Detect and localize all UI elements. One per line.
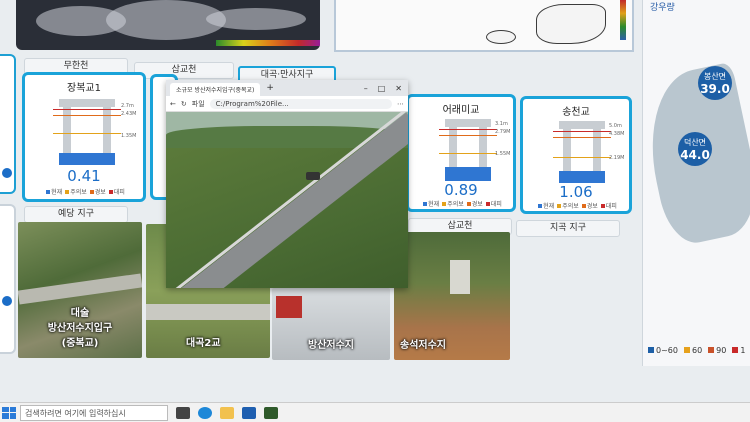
water-level-gauge: [53, 99, 121, 165]
rainfall-marker-bongsan[interactable]: 봉산면 39.0: [698, 66, 732, 100]
store-icon[interactable]: [242, 406, 256, 419]
app-icon[interactable]: [264, 406, 278, 419]
left-edge-card[interactable]: [0, 54, 16, 194]
tab-sapgyocheon[interactable]: 삽교천: [134, 62, 234, 79]
rainfall-name: 봉산면: [703, 72, 727, 81]
windows-taskbar: 검색하려면 여기에 입력하십시: [0, 402, 750, 422]
taskbar-search-input[interactable]: 검색하려면 여기에 입력하십시: [20, 404, 168, 421]
gauge-value: 0.41: [67, 167, 101, 185]
level-tick: 1.55M: [495, 151, 511, 157]
gauge-card-eoraemigyo[interactable]: 어래미교 3.1m 2.79M 1.55M 0.89 현재 주의보 경보 대피: [406, 94, 516, 212]
tab-yedang[interactable]: 예당 지구: [24, 206, 128, 223]
edge-icon[interactable]: [198, 406, 212, 419]
cctv-live-view: [166, 112, 408, 288]
gauge-card-songcheongyo[interactable]: 송천교 5.0m 4.38M 2.19M 1.06 현재 주의보 경보 대피: [520, 96, 632, 214]
play-icon[interactable]: [2, 296, 12, 306]
rainfall-marker-deoksan[interactable]: 덕산면 44.0: [678, 132, 712, 166]
url-field[interactable]: C:/Program%20File...: [209, 98, 392, 109]
browser-titlebar: 소규모 방산저수지입구(중복교) + – □ ✕: [166, 80, 408, 96]
level-tick: 2.43M: [121, 111, 137, 117]
cctv-photo-bangsan-entrance[interactable]: 대술 방산저수지입구 (중복교): [18, 222, 142, 358]
level-tick: 2.19M: [609, 155, 625, 161]
file-explorer-icon[interactable]: [220, 406, 234, 419]
radar-color-legend: [216, 40, 320, 46]
gauge-value: 1.06: [559, 183, 593, 201]
cctv-photo-bangsan-reservoir[interactable]: 방산저수지: [272, 288, 390, 360]
gauge-title: 장복교1: [67, 83, 101, 94]
level-tick: 1.35M: [121, 133, 137, 139]
tab-jigok[interactable]: 지곡 지구: [516, 220, 620, 237]
coastline-map-panel: [334, 0, 634, 52]
level-tick: 5.0m: [609, 123, 622, 129]
level-tick: 4.38M: [609, 131, 625, 137]
gauge-title: 어래미교: [442, 105, 480, 116]
photo-caption: 송석저수지: [400, 340, 446, 351]
rainfall-value: 39.0: [700, 82, 730, 96]
more-icon[interactable]: ⋯: [397, 100, 404, 108]
gauge-card-jangbokgyo[interactable]: 장복교1 2.7m 2.43M 1.35M 0.41 현재 주의보 경보 대피: [22, 72, 146, 202]
rainfall-name: 덕산면: [683, 138, 707, 147]
gauge-legend: 현재 주의보 경보 대피: [523, 201, 629, 210]
gauge-legend: 현재 주의보 경보 대피: [409, 199, 513, 208]
file-label: 파일: [191, 99, 205, 108]
left-edge-card-2[interactable]: [0, 204, 16, 354]
browser-tab[interactable]: 소규모 방산저수지입구(중복교): [170, 83, 261, 96]
cctv-photo-songseok-reservoir[interactable]: 송석저수지: [394, 232, 510, 360]
gauge-title: 송천교: [562, 107, 590, 118]
satellite-image-panel: [16, 0, 320, 50]
photo-caption: 대술 방산저수지입구 (중복교): [47, 308, 113, 349]
browser-window[interactable]: 소규모 방산저수지입구(중복교) + – □ ✕ ← ↻ 파일 C:/Progr…: [166, 80, 408, 288]
dashboard: 강우량 봉산면 39.0 덕산면 44.0 0~60 60 90 1 무한천 삽…: [0, 0, 750, 402]
gauge-value: 0.89: [444, 181, 478, 199]
photo-caption: 방산저수지: [308, 340, 354, 351]
rainfall-region-label: 강우량: [650, 3, 675, 13]
refresh-icon[interactable]: ↻: [181, 100, 187, 108]
map-scale-bar: [620, 0, 626, 40]
water-level-gauge: [553, 121, 611, 183]
new-tab-icon[interactable]: +: [266, 83, 274, 93]
close-icon[interactable]: ✕: [395, 84, 402, 93]
level-tick: 2.7m: [121, 103, 134, 109]
minimize-icon[interactable]: –: [364, 84, 368, 93]
photo-caption: 대곡2교: [186, 338, 221, 349]
rainfall-legend: 0~60 60 90 1: [648, 346, 745, 355]
level-tick: 3.1m: [495, 121, 508, 127]
maximize-icon[interactable]: □: [378, 84, 386, 93]
play-icon[interactable]: [2, 168, 12, 178]
gauge-legend: 현재 주의보 경보 대피: [25, 187, 143, 196]
water-level-gauge: [439, 119, 497, 181]
windows-start-icon[interactable]: [2, 406, 16, 419]
rainfall-value: 44.0: [680, 148, 710, 162]
task-view-icon[interactable]: [176, 406, 190, 419]
back-icon[interactable]: ←: [170, 100, 176, 108]
browser-address-bar: ← ↻ 파일 C:/Program%20File... ⋯: [166, 96, 408, 112]
level-tick: 2.79M: [495, 129, 511, 135]
